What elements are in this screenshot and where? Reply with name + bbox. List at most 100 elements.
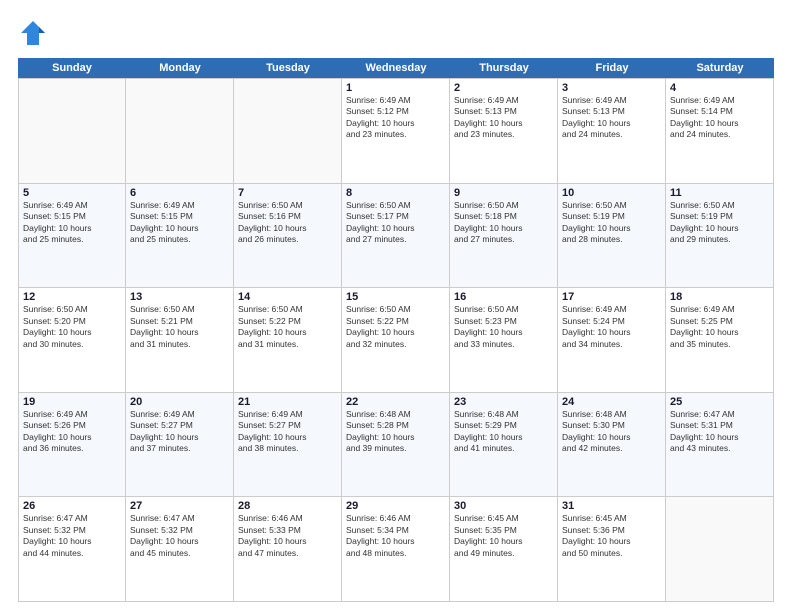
cell-date-number: 31 bbox=[562, 500, 661, 512]
day-header-thursday: Thursday bbox=[450, 58, 558, 78]
cell-daylight-info: Sunrise: 6:49 AM Sunset: 5:25 PM Dayligh… bbox=[670, 304, 769, 350]
cell-date-number: 23 bbox=[454, 396, 553, 408]
calendar-cell: 17Sunrise: 6:49 AM Sunset: 5:24 PM Dayli… bbox=[558, 288, 666, 392]
calendar-cell: 29Sunrise: 6:46 AM Sunset: 5:34 PM Dayli… bbox=[342, 497, 450, 601]
calendar-cell: 26Sunrise: 6:47 AM Sunset: 5:32 PM Dayli… bbox=[18, 497, 126, 601]
cell-date-number: 2 bbox=[454, 82, 553, 94]
calendar-cell: 21Sunrise: 6:49 AM Sunset: 5:27 PM Dayli… bbox=[234, 393, 342, 497]
cell-date-number: 13 bbox=[130, 291, 229, 303]
cell-date-number: 25 bbox=[670, 396, 769, 408]
logo bbox=[18, 18, 54, 48]
cell-daylight-info: Sunrise: 6:47 AM Sunset: 5:32 PM Dayligh… bbox=[23, 513, 121, 559]
cell-daylight-info: Sunrise: 6:49 AM Sunset: 5:15 PM Dayligh… bbox=[23, 200, 121, 246]
cell-date-number: 29 bbox=[346, 500, 445, 512]
calendar: SundayMondayTuesdayWednesdayThursdayFrid… bbox=[18, 58, 774, 602]
cell-daylight-info: Sunrise: 6:45 AM Sunset: 5:36 PM Dayligh… bbox=[562, 513, 661, 559]
week-row: 26Sunrise: 6:47 AM Sunset: 5:32 PM Dayli… bbox=[18, 497, 774, 602]
cell-date-number: 1 bbox=[346, 82, 445, 94]
week-row: 12Sunrise: 6:50 AM Sunset: 5:20 PM Dayli… bbox=[18, 288, 774, 393]
cell-daylight-info: Sunrise: 6:49 AM Sunset: 5:15 PM Dayligh… bbox=[130, 200, 229, 246]
cell-daylight-info: Sunrise: 6:50 AM Sunset: 5:19 PM Dayligh… bbox=[670, 200, 769, 246]
cell-date-number: 18 bbox=[670, 291, 769, 303]
cell-daylight-info: Sunrise: 6:49 AM Sunset: 5:27 PM Dayligh… bbox=[238, 409, 337, 455]
cell-date-number: 14 bbox=[238, 291, 337, 303]
cell-date-number: 24 bbox=[562, 396, 661, 408]
calendar-cell: 28Sunrise: 6:46 AM Sunset: 5:33 PM Dayli… bbox=[234, 497, 342, 601]
header bbox=[18, 18, 774, 48]
cell-daylight-info: Sunrise: 6:50 AM Sunset: 5:22 PM Dayligh… bbox=[238, 304, 337, 350]
calendar-cell bbox=[126, 79, 234, 183]
cell-daylight-info: Sunrise: 6:49 AM Sunset: 5:24 PM Dayligh… bbox=[562, 304, 661, 350]
calendar-cell: 23Sunrise: 6:48 AM Sunset: 5:29 PM Dayli… bbox=[450, 393, 558, 497]
week-row: 19Sunrise: 6:49 AM Sunset: 5:26 PM Dayli… bbox=[18, 393, 774, 498]
cell-date-number: 27 bbox=[130, 500, 229, 512]
calendar-cell: 18Sunrise: 6:49 AM Sunset: 5:25 PM Dayli… bbox=[666, 288, 774, 392]
calendar-cell bbox=[666, 497, 774, 601]
cell-daylight-info: Sunrise: 6:46 AM Sunset: 5:33 PM Dayligh… bbox=[238, 513, 337, 559]
cell-date-number: 15 bbox=[346, 291, 445, 303]
cell-date-number: 30 bbox=[454, 500, 553, 512]
cell-date-number: 4 bbox=[670, 82, 769, 94]
weeks: 1Sunrise: 6:49 AM Sunset: 5:12 PM Daylig… bbox=[18, 78, 774, 602]
cell-daylight-info: Sunrise: 6:50 AM Sunset: 5:22 PM Dayligh… bbox=[346, 304, 445, 350]
calendar-cell: 5Sunrise: 6:49 AM Sunset: 5:15 PM Daylig… bbox=[18, 184, 126, 288]
calendar-cell: 9Sunrise: 6:50 AM Sunset: 5:18 PM Daylig… bbox=[450, 184, 558, 288]
calendar-cell: 6Sunrise: 6:49 AM Sunset: 5:15 PM Daylig… bbox=[126, 184, 234, 288]
calendar-cell: 25Sunrise: 6:47 AM Sunset: 5:31 PM Dayli… bbox=[666, 393, 774, 497]
cell-date-number: 3 bbox=[562, 82, 661, 94]
cell-date-number: 7 bbox=[238, 187, 337, 199]
cell-daylight-info: Sunrise: 6:49 AM Sunset: 5:13 PM Dayligh… bbox=[562, 95, 661, 141]
day-headers: SundayMondayTuesdayWednesdayThursdayFrid… bbox=[18, 58, 774, 78]
cell-date-number: 8 bbox=[346, 187, 445, 199]
cell-date-number: 10 bbox=[562, 187, 661, 199]
cell-date-number: 16 bbox=[454, 291, 553, 303]
day-header-monday: Monday bbox=[126, 58, 234, 78]
calendar-cell: 7Sunrise: 6:50 AM Sunset: 5:16 PM Daylig… bbox=[234, 184, 342, 288]
cell-date-number: 21 bbox=[238, 396, 337, 408]
calendar-cell: 8Sunrise: 6:50 AM Sunset: 5:17 PM Daylig… bbox=[342, 184, 450, 288]
calendar-cell: 15Sunrise: 6:50 AM Sunset: 5:22 PM Dayli… bbox=[342, 288, 450, 392]
day-header-wednesday: Wednesday bbox=[342, 58, 450, 78]
cell-daylight-info: Sunrise: 6:50 AM Sunset: 5:20 PM Dayligh… bbox=[23, 304, 121, 350]
calendar-cell: 13Sunrise: 6:50 AM Sunset: 5:21 PM Dayli… bbox=[126, 288, 234, 392]
day-header-tuesday: Tuesday bbox=[234, 58, 342, 78]
calendar-cell: 1Sunrise: 6:49 AM Sunset: 5:12 PM Daylig… bbox=[342, 79, 450, 183]
day-header-saturday: Saturday bbox=[666, 58, 774, 78]
week-row: 5Sunrise: 6:49 AM Sunset: 5:15 PM Daylig… bbox=[18, 184, 774, 289]
cell-daylight-info: Sunrise: 6:50 AM Sunset: 5:19 PM Dayligh… bbox=[562, 200, 661, 246]
cell-daylight-info: Sunrise: 6:50 AM Sunset: 5:18 PM Dayligh… bbox=[454, 200, 553, 246]
cell-date-number: 28 bbox=[238, 500, 337, 512]
cell-date-number: 20 bbox=[130, 396, 229, 408]
calendar-cell: 11Sunrise: 6:50 AM Sunset: 5:19 PM Dayli… bbox=[666, 184, 774, 288]
cell-daylight-info: Sunrise: 6:49 AM Sunset: 5:13 PM Dayligh… bbox=[454, 95, 553, 141]
cell-date-number: 17 bbox=[562, 291, 661, 303]
calendar-cell bbox=[234, 79, 342, 183]
cell-date-number: 6 bbox=[130, 187, 229, 199]
cell-date-number: 26 bbox=[23, 500, 121, 512]
calendar-cell: 2Sunrise: 6:49 AM Sunset: 5:13 PM Daylig… bbox=[450, 79, 558, 183]
cell-daylight-info: Sunrise: 6:45 AM Sunset: 5:35 PM Dayligh… bbox=[454, 513, 553, 559]
calendar-cell: 14Sunrise: 6:50 AM Sunset: 5:22 PM Dayli… bbox=[234, 288, 342, 392]
page: SundayMondayTuesdayWednesdayThursdayFrid… bbox=[0, 0, 792, 612]
cell-daylight-info: Sunrise: 6:47 AM Sunset: 5:32 PM Dayligh… bbox=[130, 513, 229, 559]
calendar-cell: 27Sunrise: 6:47 AM Sunset: 5:32 PM Dayli… bbox=[126, 497, 234, 601]
calendar-cell bbox=[18, 79, 126, 183]
calendar-cell: 16Sunrise: 6:50 AM Sunset: 5:23 PM Dayli… bbox=[450, 288, 558, 392]
cell-daylight-info: Sunrise: 6:50 AM Sunset: 5:17 PM Dayligh… bbox=[346, 200, 445, 246]
cell-daylight-info: Sunrise: 6:49 AM Sunset: 5:26 PM Dayligh… bbox=[23, 409, 121, 455]
cell-date-number: 19 bbox=[23, 396, 121, 408]
day-header-friday: Friday bbox=[558, 58, 666, 78]
calendar-cell: 19Sunrise: 6:49 AM Sunset: 5:26 PM Dayli… bbox=[18, 393, 126, 497]
cell-daylight-info: Sunrise: 6:48 AM Sunset: 5:30 PM Dayligh… bbox=[562, 409, 661, 455]
cell-daylight-info: Sunrise: 6:50 AM Sunset: 5:23 PM Dayligh… bbox=[454, 304, 553, 350]
week-row: 1Sunrise: 6:49 AM Sunset: 5:12 PM Daylig… bbox=[18, 78, 774, 184]
calendar-cell: 20Sunrise: 6:49 AM Sunset: 5:27 PM Dayli… bbox=[126, 393, 234, 497]
cell-daylight-info: Sunrise: 6:49 AM Sunset: 5:27 PM Dayligh… bbox=[130, 409, 229, 455]
calendar-cell: 22Sunrise: 6:48 AM Sunset: 5:28 PM Dayli… bbox=[342, 393, 450, 497]
cell-daylight-info: Sunrise: 6:49 AM Sunset: 5:14 PM Dayligh… bbox=[670, 95, 769, 141]
cell-daylight-info: Sunrise: 6:47 AM Sunset: 5:31 PM Dayligh… bbox=[670, 409, 769, 455]
calendar-cell: 30Sunrise: 6:45 AM Sunset: 5:35 PM Dayli… bbox=[450, 497, 558, 601]
cell-daylight-info: Sunrise: 6:50 AM Sunset: 5:16 PM Dayligh… bbox=[238, 200, 337, 246]
cell-daylight-info: Sunrise: 6:49 AM Sunset: 5:12 PM Dayligh… bbox=[346, 95, 445, 141]
cell-date-number: 22 bbox=[346, 396, 445, 408]
